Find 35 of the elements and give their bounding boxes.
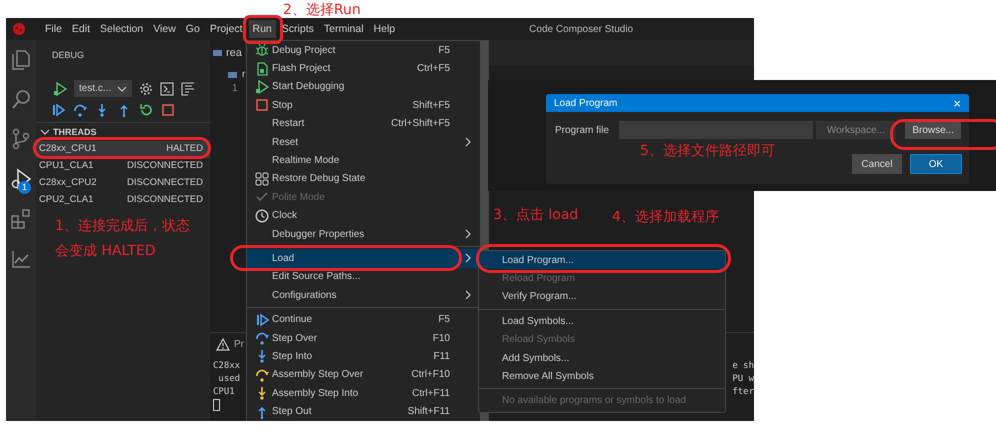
thread-name: CPU1_CLA1	[39, 160, 94, 173]
thread-name: C28xx_CPU1	[39, 143, 97, 156]
annotation-text: 1、连接完成后，状态会变成 HALTED	[55, 217, 191, 261]
annotation-text: 2、选择Run	[283, 1, 361, 19]
shortcut-text: Shift+F11	[408, 406, 450, 418]
shortcut-text: Ctrl+F5	[416, 63, 450, 74]
thread-state: DISCONNECTED	[126, 177, 203, 190]
terminal-line: fter	[732, 386, 754, 399]
shortcut-text: F5	[438, 314, 450, 326]
shortcut-text: Ctrl+Shift+F5	[391, 118, 450, 130]
shortcut-text: F11	[434, 350, 450, 362]
annotation-text: 3、点击 load	[493, 206, 578, 224]
thread-state: DISCONNECTED	[126, 160, 203, 173]
line-number: 1	[232, 83, 238, 94]
shortcut-text: F5	[438, 44, 450, 56]
terminal-line: CPU1	[213, 386, 236, 399]
dialog-title: Load Program	[554, 98, 618, 108]
field-label: Program file	[555, 124, 610, 136]
shortcut-text: Ctrl+F11	[412, 388, 450, 399]
annotation-text: 5、选择文件路径即可	[640, 142, 775, 160]
panel-title: DEBUG	[51, 49, 86, 62]
count-badge: 1	[18, 181, 31, 194]
terminal-line: e sh	[732, 360, 754, 373]
shortcut-text: Ctrl+F10	[411, 369, 450, 380]
terminal-line: C28xx	[213, 360, 240, 373]
thread-state: DISCONNECTED	[126, 194, 203, 207]
thread-name: CPU2_CLA1	[39, 194, 94, 207]
window-title: Code Composer Studio	[529, 24, 634, 34]
terminal-line: PU w	[732, 373, 754, 386]
shortcut-text: F10	[432, 332, 450, 344]
thread-state: HALTED	[166, 143, 203, 156]
terminal-line: used	[217, 373, 240, 386]
annotation-text: 4、选择加载程序	[612, 208, 719, 226]
shortcut-text: Shift+F5	[412, 100, 450, 111]
thread-name: C28xx_CPU2	[39, 177, 97, 190]
